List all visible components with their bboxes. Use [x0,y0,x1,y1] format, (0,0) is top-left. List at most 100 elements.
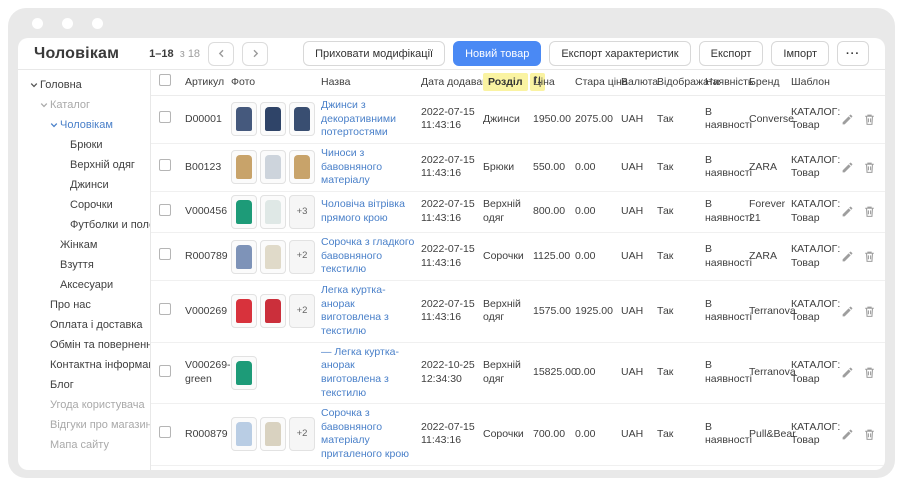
delete-button[interactable] [863,113,876,126]
sidebar-item-exchange-returns[interactable]: Обмін та повернення [18,335,150,355]
template-cell: КАТАЛОГ: Товар [791,421,841,448]
more-photos-badge[interactable]: +2 [289,417,315,451]
sidebar-item-tshirts-polo[interactable]: Футболки и поло [18,215,150,235]
next-page-button[interactable] [242,42,268,66]
product-name-link[interactable]: — Легка куртка-анорак виготовлена з текс… [321,346,415,401]
sidebar-item-jeans[interactable]: Джинси [18,175,150,195]
edit-button[interactable] [841,366,854,379]
product-photo[interactable] [260,417,286,451]
edit-button[interactable] [841,305,854,318]
product-photo[interactable] [231,195,257,229]
availability-cell: В наявності [705,243,749,270]
product-photo[interactable] [231,294,257,328]
row-checkbox[interactable] [159,365,171,377]
edit-button[interactable] [841,205,854,218]
edit-button[interactable] [841,250,854,263]
row-checkbox[interactable] [159,303,171,315]
column-header-old-price[interactable]: Стара ціна [575,76,621,90]
delete-button[interactable] [863,161,876,174]
product-photo[interactable] [260,294,286,328]
more-photos-badge[interactable]: +2 [289,294,315,328]
sidebar-item-contact-info[interactable]: Контактна інформація [18,355,150,375]
product-photo[interactable] [231,356,257,390]
product-name-link[interactable]: Чиноси з бавовняного матеріалу [321,147,415,188]
column-header-display[interactable]: Відображати [657,76,705,90]
sidebar-item-shoes[interactable]: Взуття [18,255,150,275]
delete-button[interactable] [863,305,876,318]
import-button[interactable]: Імпорт [771,41,829,66]
product-name-link[interactable]: Легка куртка-анорак виготовлена з тексти… [321,284,415,339]
product-name-link[interactable]: Сорочка з гладкого бавовняного текстилю [321,236,415,277]
sidebar-item-trousers[interactable]: Брюки [18,135,150,155]
export-characteristics-button[interactable]: Експорт характеристик [549,41,690,66]
window-control-dot[interactable] [92,18,103,29]
row-checkbox[interactable] [159,426,171,438]
sidebar-item-accessories[interactable]: Аксесуари [18,275,150,295]
new-product-button[interactable]: Новий товар [453,41,541,66]
window-control-dot[interactable] [32,18,43,29]
sidebar-item-sitemap[interactable]: Мапа сайту [18,435,150,455]
product-photo[interactable] [260,150,286,184]
prev-page-button[interactable] [208,42,234,66]
delete-button[interactable] [863,205,876,218]
export-button[interactable]: Експорт [699,41,764,66]
sidebar-item-men[interactable]: Чоловікам [18,115,150,135]
delete-button[interactable] [863,366,876,379]
more-photos-badge[interactable]: +2 [289,240,315,274]
product-photo[interactable] [231,102,257,136]
product-photo[interactable] [260,240,286,274]
display-cell: Так [657,113,705,127]
column-header-currency[interactable]: Валюта [621,76,657,90]
sidebar-item-catalog[interactable]: Каталог [18,95,150,115]
sidebar-item-store-reviews[interactable]: Відгуки про магазин [18,415,150,435]
delete-button[interactable] [863,428,876,441]
column-header-brand[interactable]: Бренд [749,76,791,90]
product-photo[interactable] [289,102,315,136]
product-name-link[interactable]: Чоловіча вітрівка прямого крою [321,198,415,225]
product-photo[interactable] [260,195,286,229]
sidebar-item-user-agreement[interactable]: Угода користувача [18,395,150,415]
more-button[interactable]: ··· [837,41,869,66]
column-header-template[interactable]: Шаблон [791,76,841,90]
product-photo[interactable] [231,417,257,451]
column-header-section[interactable]: Розділ [483,75,533,90]
garment-shape [236,200,252,224]
select-all-checkbox[interactable] [159,74,171,86]
column-header-date-added[interactable]: Дата додавання [421,76,483,90]
delete-button[interactable] [863,250,876,263]
row-checkbox[interactable] [159,204,171,216]
row-checkbox[interactable] [159,159,171,171]
column-header-price[interactable]: Ціна [533,76,575,90]
column-header-sku[interactable]: Артикул [185,76,231,90]
row-checkbox[interactable] [159,248,171,260]
more-photos-badge[interactable]: +3 [289,195,315,229]
sidebar-item-women[interactable]: Жінкам [18,235,150,255]
table-row: V000269-green — Легка куртка-анорак виго… [151,343,885,405]
edit-button[interactable] [841,161,854,174]
sidebar-item-blog[interactable]: Блог [18,375,150,395]
sidebar-item-payment-delivery[interactable]: Оплата і доставка [18,315,150,335]
edit-pencil-icon [841,366,854,379]
sidebar-item-label: Відгуки про магазин [50,419,151,431]
product-photo[interactable] [260,102,286,136]
product-photo[interactable] [289,150,315,184]
sidebar-item-about-us[interactable]: Про нас [18,295,150,315]
product-name-link[interactable]: Джинси з декоративними потертостями [321,99,415,140]
row-checkbox[interactable] [159,111,171,123]
column-header-availability[interactable]: Наявність [705,76,749,90]
product-photo[interactable] [231,240,257,274]
table-row: R000879 +2 Сорочка з бавовняного матеріа… [151,404,885,466]
sidebar-item-outerwear[interactable]: Верхній одяг [18,155,150,175]
window-control-dot[interactable] [62,18,73,29]
product-name-link[interactable]: Сорочка з бавовняного матеріалу притален… [321,407,415,462]
edit-button[interactable] [841,428,854,441]
sidebar-item-home[interactable]: Головна [18,75,150,95]
hide-modifications-button[interactable]: Приховати модифікації [303,41,445,66]
garment-shape [265,299,281,323]
product-photo[interactable] [231,150,257,184]
sidebar-item-shirts[interactable]: Сорочки [18,195,150,215]
column-header-title[interactable]: Назва [321,76,421,90]
column-header-photo[interactable]: Фото [231,76,321,90]
product-name-link[interactable]: Штани з бавовняного матеріалу прямого кр… [321,469,415,470]
edit-button[interactable] [841,113,854,126]
